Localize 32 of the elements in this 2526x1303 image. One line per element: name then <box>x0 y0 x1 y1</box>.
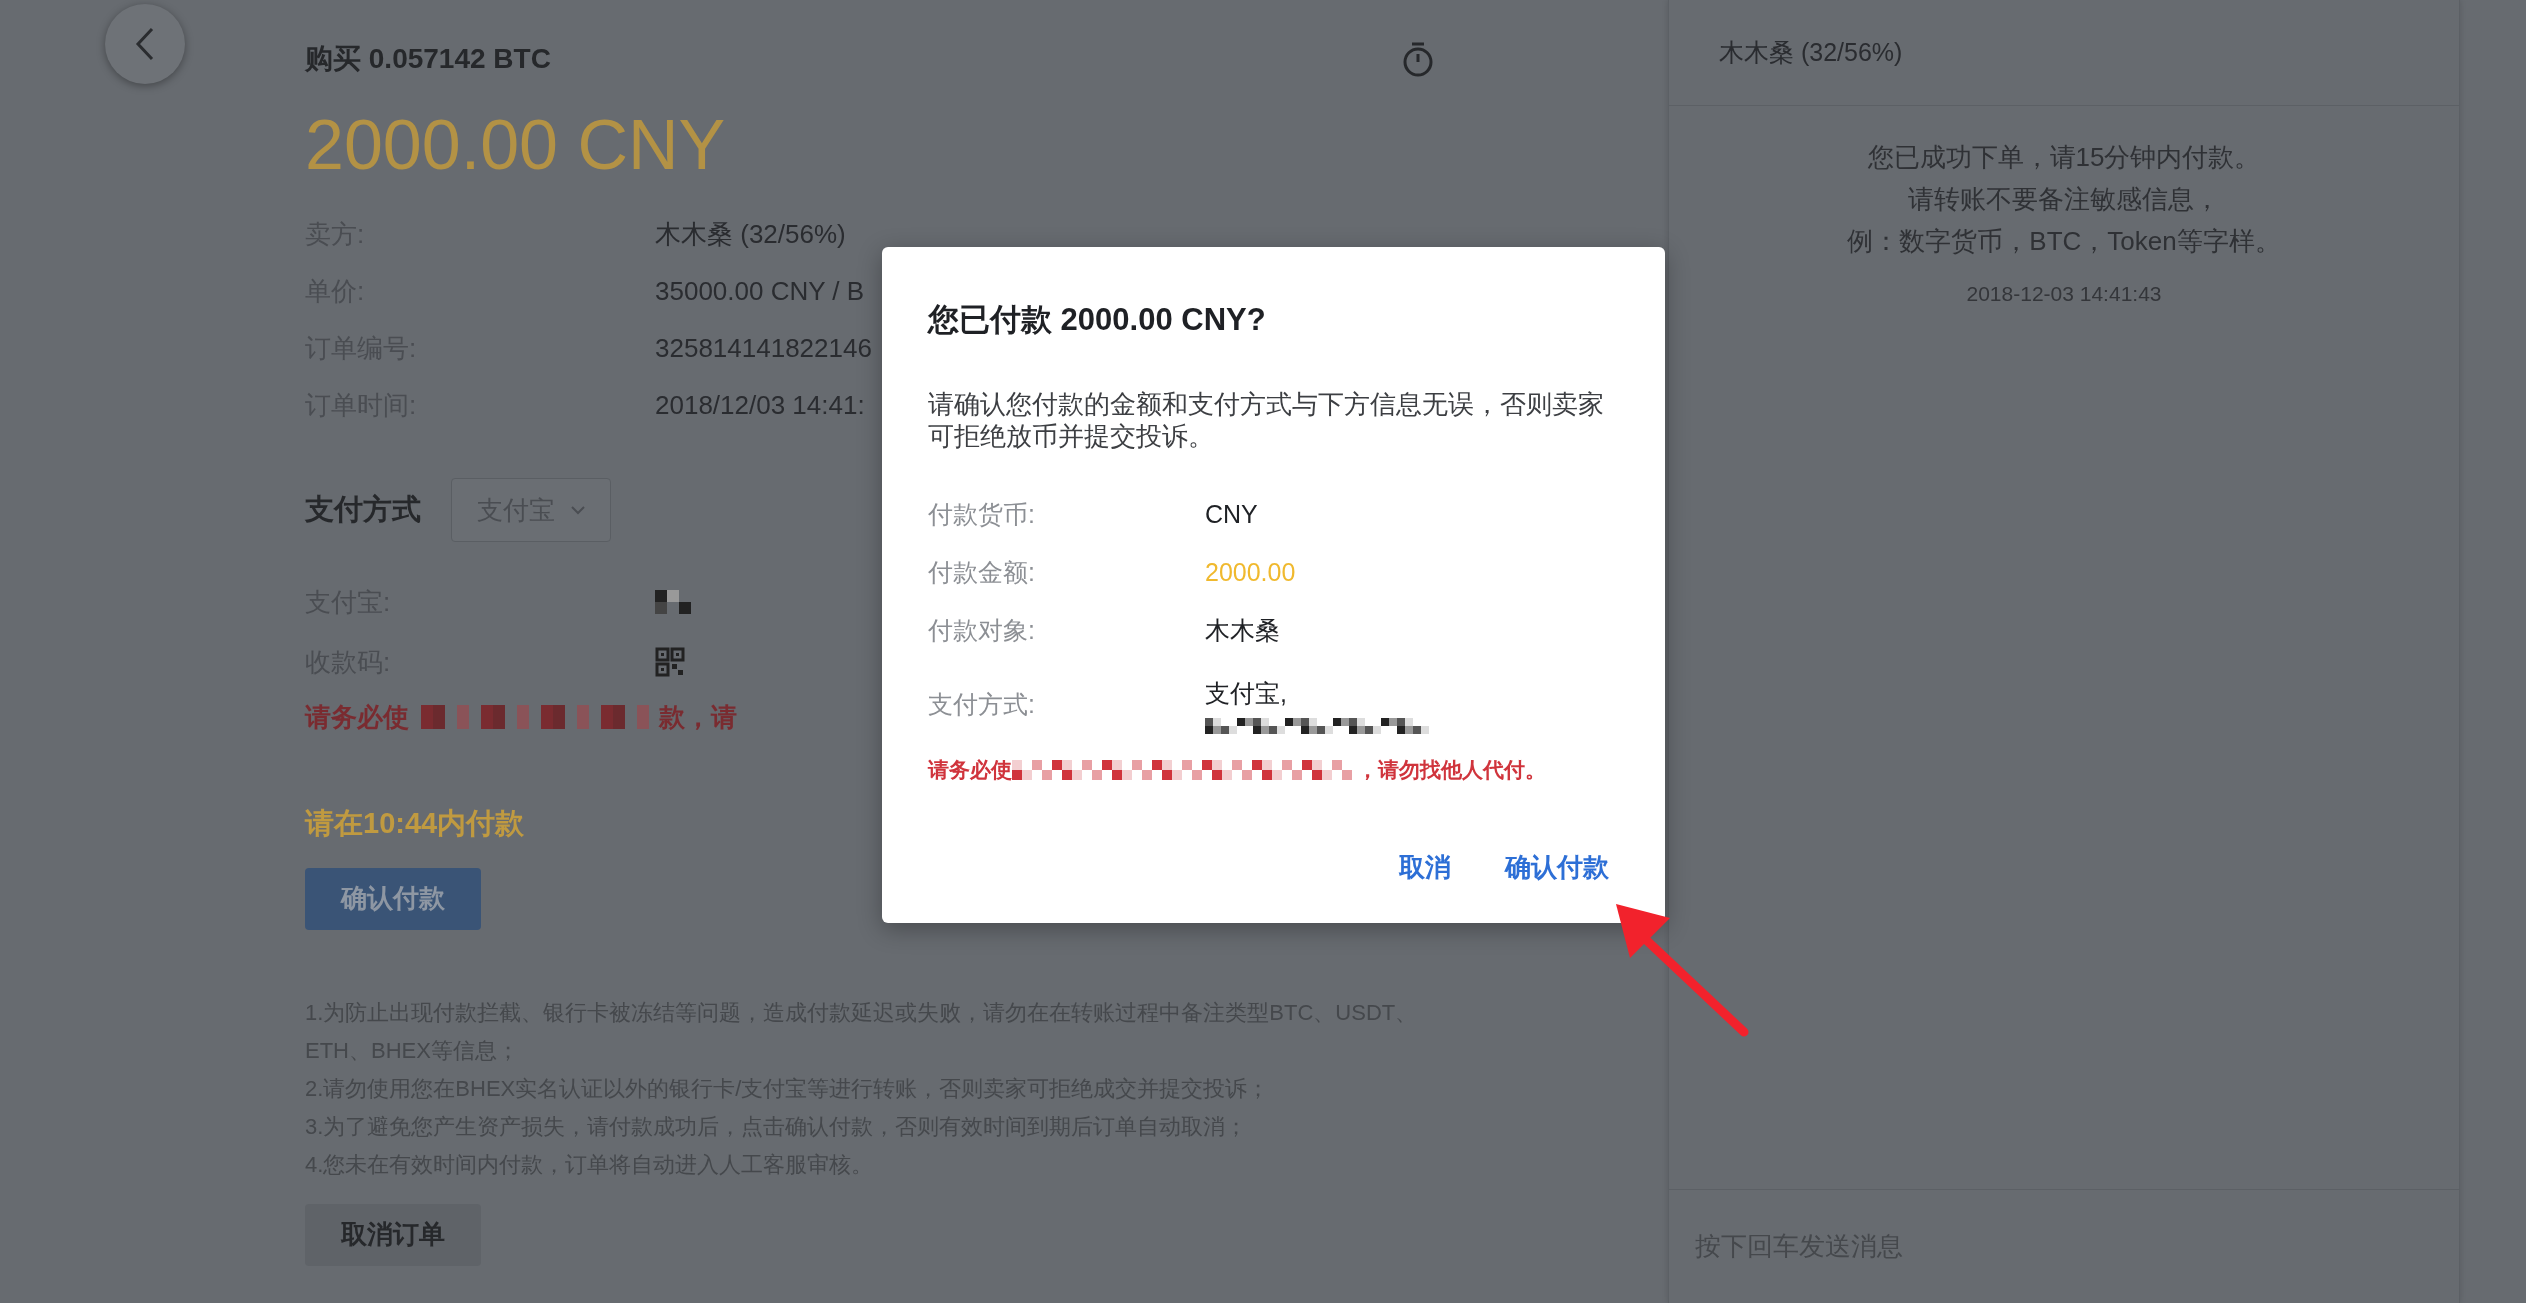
order-amount: 2000.00 CNY <box>305 110 726 180</box>
field-label: 付款货币: <box>928 498 1036 530</box>
field-value: 支付宝, <box>1205 677 1288 709</box>
payment-heading: 支付方式 <box>305 492 421 528</box>
field-label: 付款对象: <box>928 614 1036 646</box>
qr-code-icon <box>655 647 685 677</box>
detail-value: 木木桑 (32/56%) <box>655 218 846 251</box>
detail-value: 2018/12/03 14:41: <box>655 389 865 422</box>
warning-text: 请务必使 <box>305 700 409 734</box>
cancel-button[interactable]: 取消 <box>1399 847 1451 887</box>
dialog-message: 请确认您付款的金额和支付方式与下方信息无误，否则卖家可拒绝放币并提交投诉。 <box>928 387 1605 452</box>
confirm-button[interactable]: 确认付款 <box>1505 847 1609 887</box>
chat-message: 您已成功下单，请15分钟内付款。 请转账不要备注敏感信息， 例：数字货币，BTC，Token等字样。 <box>1847 141 2281 258</box>
warning-text: ，请勿找他人代付。 <box>1357 756 1546 783</box>
amount-value: 2000.00 <box>1205 556 1296 588</box>
confirm-payment-button[interactable]: 确认付款 <box>305 867 481 930</box>
timer-icon <box>1401 40 1435 78</box>
dialog-title: 您已付款 2000.00 CNY? <box>928 301 1267 339</box>
field-label: 支付方式: <box>928 688 1036 720</box>
detail-value: 35000.00 CNY / B <box>655 275 865 308</box>
chat-header: 木木桑 (32/56%) <box>1719 36 1903 68</box>
warning-text: 款，请 <box>659 700 737 734</box>
field-value: CNY <box>1205 498 1258 530</box>
order-title: 购买 0.057142 BTC <box>305 42 551 76</box>
field-value: 木木桑 <box>1205 614 1280 646</box>
cancel-order-button[interactable]: 取消订单 <box>305 1203 481 1266</box>
warning-text: 请务必使 <box>928 756 1012 783</box>
countdown-text: 请在10:44内付款 <box>305 806 525 841</box>
chevron-down-icon <box>571 505 585 515</box>
detail-value: 325814141822146 <box>655 332 872 365</box>
field-label: 付款金额: <box>928 556 1036 588</box>
back-button[interactable] <box>105 4 185 84</box>
